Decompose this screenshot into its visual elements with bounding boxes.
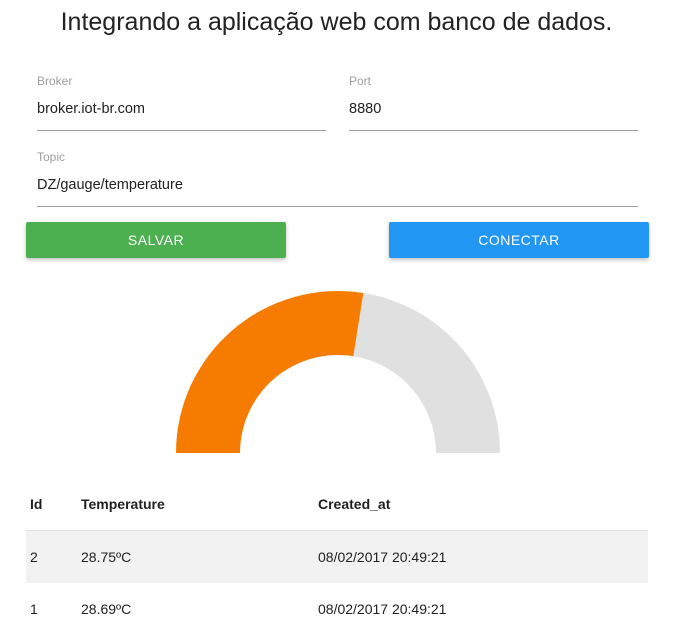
header-id: Id	[26, 478, 81, 531]
gauge-fill	[176, 291, 364, 453]
broker-input[interactable]	[37, 100, 326, 118]
temperature-table: Id Temperature Created_at 2 28.75ºC 08/0…	[26, 478, 648, 635]
port-underline	[349, 130, 638, 131]
table-header-row: Id Temperature Created_at	[26, 478, 648, 531]
temperature-gauge	[176, 291, 501, 453]
table-row: 2 28.75ºC 08/02/2017 20:49:21	[26, 530, 648, 583]
broker-underline	[37, 130, 326, 131]
topic-underline	[37, 206, 638, 207]
header-created-at: Created_at	[318, 478, 648, 531]
cell-created-at: 08/02/2017 20:49:21	[318, 601, 447, 617]
gauge-track	[353, 292, 501, 453]
page-title: Integrando a aplicação web com banco de …	[60, 8, 613, 36]
save-button[interactable]: SALVAR	[26, 222, 286, 258]
port-label: Port	[349, 74, 372, 88]
cell-id: 2	[26, 530, 81, 583]
broker-label: Broker	[37, 74, 73, 88]
cell-temperature: 28.69ºC	[81, 601, 132, 617]
cell-temperature: 28.75ºC	[81, 530, 318, 583]
port-field[interactable]: Port	[349, 74, 638, 131]
port-input[interactable]	[349, 100, 638, 118]
cell-created-at: 08/02/2017 20:49:21	[318, 530, 648, 583]
topic-input[interactable]	[37, 176, 638, 194]
broker-field[interactable]: Broker	[37, 74, 326, 131]
table-row: 1 28.69ºC 08/02/2017 20:49:21	[26, 583, 648, 635]
topic-label: Topic	[37, 150, 66, 164]
connect-button[interactable]: CONECTAR	[389, 222, 649, 258]
cell-id: 1	[30, 601, 38, 617]
header-temperature: Temperature	[81, 478, 318, 531]
topic-field[interactable]: Topic	[37, 150, 638, 207]
